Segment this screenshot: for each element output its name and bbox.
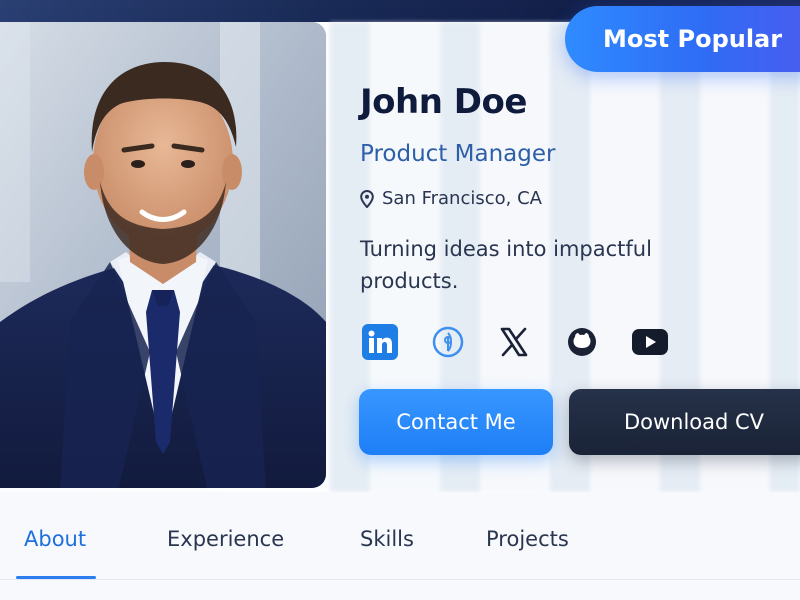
contact-me-button[interactable]: Contact Me [359, 389, 553, 455]
tab-projects[interactable]: Projects [486, 527, 569, 551]
tab-about[interactable]: About [24, 527, 86, 551]
github-icon[interactable] [562, 322, 602, 362]
tabs-divider [0, 579, 800, 580]
profile-photo [0, 22, 326, 488]
map-pin-icon [360, 189, 374, 208]
globe-icon[interactable] [428, 322, 468, 362]
social-links [360, 322, 680, 362]
profile-tabs: About Experience Skills Projects [0, 492, 800, 600]
tab-experience[interactable]: Experience [167, 527, 284, 551]
location-text: San Francisco, CA [382, 188, 542, 209]
profile-bio: Turning ideas into impactful products. [360, 237, 652, 293]
profile-role: Product Manager [360, 141, 556, 167]
portrait-image [0, 22, 326, 488]
tab-skills[interactable]: Skills [360, 527, 414, 551]
profile-location: San Francisco, CA [360, 188, 542, 209]
profile-name: John Doe [360, 82, 527, 122]
most-popular-badge: Most Popular [565, 6, 800, 72]
profile-page: Most Popular John Doe Product Manager Sa… [0, 0, 800, 600]
youtube-icon[interactable] [630, 322, 670, 362]
download-cv-button[interactable]: Download CV [569, 389, 800, 455]
linkedin-icon[interactable] [360, 322, 400, 362]
x-icon[interactable] [494, 322, 534, 362]
